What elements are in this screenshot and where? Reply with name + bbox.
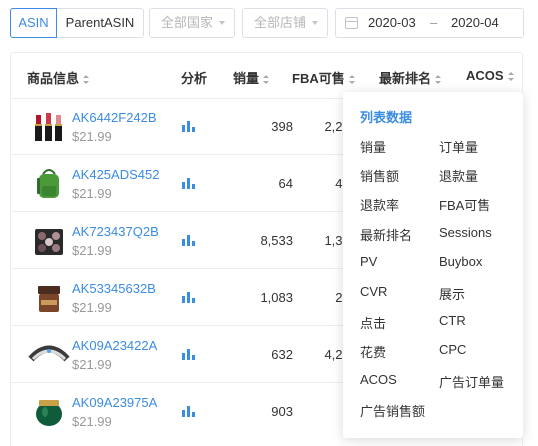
product-image-cream-jar[interactable] bbox=[27, 280, 71, 316]
country-select[interactable]: 全部国家 bbox=[149, 8, 235, 38]
header-product-info[interactable]: 商品信息 bbox=[27, 68, 90, 87]
column-option[interactable]: ACOS bbox=[360, 372, 397, 387]
product-image-eyeshadow[interactable] bbox=[27, 223, 71, 259]
column-option[interactable]: 退款量 bbox=[439, 166, 478, 185]
column-option[interactable]: 订单量 bbox=[439, 137, 478, 156]
bar-chart-icon[interactable] bbox=[182, 292, 196, 303]
product-image-massager[interactable] bbox=[27, 337, 71, 373]
product-sku-link[interactable]: AK53345632B bbox=[72, 281, 156, 296]
product-sku-link[interactable]: AK6442F242B bbox=[72, 110, 157, 125]
column-option[interactable]: Buybox bbox=[439, 254, 482, 269]
column-option[interactable]: Sessions bbox=[439, 225, 492, 240]
product-price: $21.99 bbox=[72, 243, 112, 258]
product-price: $21.99 bbox=[72, 414, 112, 429]
sort-icon[interactable] bbox=[507, 72, 514, 81]
sales-value: 398 bbox=[271, 119, 293, 134]
asin-type-toggle: ASIN ParentASIN bbox=[10, 8, 144, 38]
header-analysis: 分析 bbox=[181, 71, 208, 86]
sales-value: 8,533 bbox=[260, 233, 293, 248]
column-option[interactable]: CTR bbox=[439, 313, 466, 328]
column-option[interactable]: 退款率 bbox=[360, 195, 399, 214]
bar-chart-icon[interactable] bbox=[182, 406, 196, 417]
bar-chart-icon[interactable] bbox=[182, 349, 196, 360]
calendar-icon bbox=[345, 17, 358, 29]
column-option[interactable]: PV bbox=[360, 254, 377, 269]
product-sku-link[interactable]: AK723437Q2B bbox=[72, 224, 159, 239]
product-sku-link[interactable]: AK09A23422A bbox=[72, 338, 157, 353]
product-image-green-jar[interactable] bbox=[27, 394, 71, 430]
product-image-lipstick[interactable] bbox=[27, 109, 71, 145]
parent-asin-tab[interactable]: ParentASIN bbox=[56, 8, 144, 38]
product-sku-link[interactable]: AK425ADS452 bbox=[72, 167, 159, 182]
sort-icon[interactable] bbox=[348, 75, 355, 84]
date-separator: – bbox=[430, 15, 438, 30]
column-option[interactable]: 最新排名 bbox=[360, 225, 412, 244]
bar-chart-icon[interactable] bbox=[182, 178, 196, 189]
product-sku-link[interactable]: AK09A23975A bbox=[72, 395, 157, 410]
column-selector-dropdown: 列表数据 销量 销售额 退款率 最新排名 PV CVR 点击 花费 ACOS 广… bbox=[343, 92, 523, 438]
column-option[interactable]: FBA可售 bbox=[439, 195, 490, 214]
column-option[interactable]: CVR bbox=[360, 284, 387, 299]
date-range-picker[interactable]: 2020-03 – 2020-04 bbox=[335, 8, 524, 38]
sort-icon[interactable] bbox=[263, 75, 270, 84]
column-option[interactable]: 展示 bbox=[439, 284, 465, 303]
store-select[interactable]: 全部店铺 bbox=[242, 8, 328, 38]
sales-value: 903 bbox=[271, 404, 293, 419]
sales-value: 632 bbox=[271, 347, 293, 362]
date-start[interactable]: 2020-03 bbox=[368, 15, 416, 30]
product-price: $21.99 bbox=[72, 129, 112, 144]
chevron-down-icon bbox=[312, 21, 318, 25]
header-sales[interactable]: 销量 bbox=[233, 68, 270, 87]
sales-value: 1,083 bbox=[260, 290, 293, 305]
header-acos[interactable]: ACOS bbox=[466, 68, 514, 83]
country-select-placeholder: 全部国家 bbox=[161, 15, 214, 30]
sort-icon[interactable] bbox=[435, 75, 442, 84]
dropdown-title: 列表数据 bbox=[360, 110, 413, 125]
filter-toolbar: ASIN ParentASIN 全部国家 全部店铺 2020-03 – 2020… bbox=[10, 8, 526, 38]
date-end[interactable]: 2020-04 bbox=[451, 15, 499, 30]
product-image-backpack[interactable] bbox=[27, 166, 71, 202]
sort-icon[interactable] bbox=[83, 75, 90, 84]
column-option[interactable]: 点击 bbox=[360, 313, 386, 332]
sales-value: 64 bbox=[278, 176, 293, 191]
product-price: $21.99 bbox=[72, 300, 112, 315]
store-select-placeholder: 全部店铺 bbox=[254, 15, 307, 30]
column-option[interactable]: 销售额 bbox=[360, 166, 399, 185]
product-price: $21.99 bbox=[72, 357, 112, 372]
column-option[interactable]: 广告订单量 bbox=[439, 372, 504, 391]
column-option[interactable]: 销量 bbox=[360, 137, 386, 156]
bar-chart-icon[interactable] bbox=[182, 121, 196, 132]
header-fba[interactable]: FBA可售 bbox=[292, 68, 355, 87]
column-option[interactable]: CPC bbox=[439, 342, 466, 357]
column-option[interactable]: 广告销售额 bbox=[360, 401, 425, 420]
bar-chart-icon[interactable] bbox=[182, 235, 196, 246]
chevron-down-icon bbox=[219, 21, 225, 25]
column-option[interactable]: 花费 bbox=[360, 342, 386, 361]
asin-tab[interactable]: ASIN bbox=[10, 8, 57, 38]
product-price: $21.99 bbox=[72, 186, 112, 201]
header-rank[interactable]: 最新排名 bbox=[379, 68, 442, 87]
